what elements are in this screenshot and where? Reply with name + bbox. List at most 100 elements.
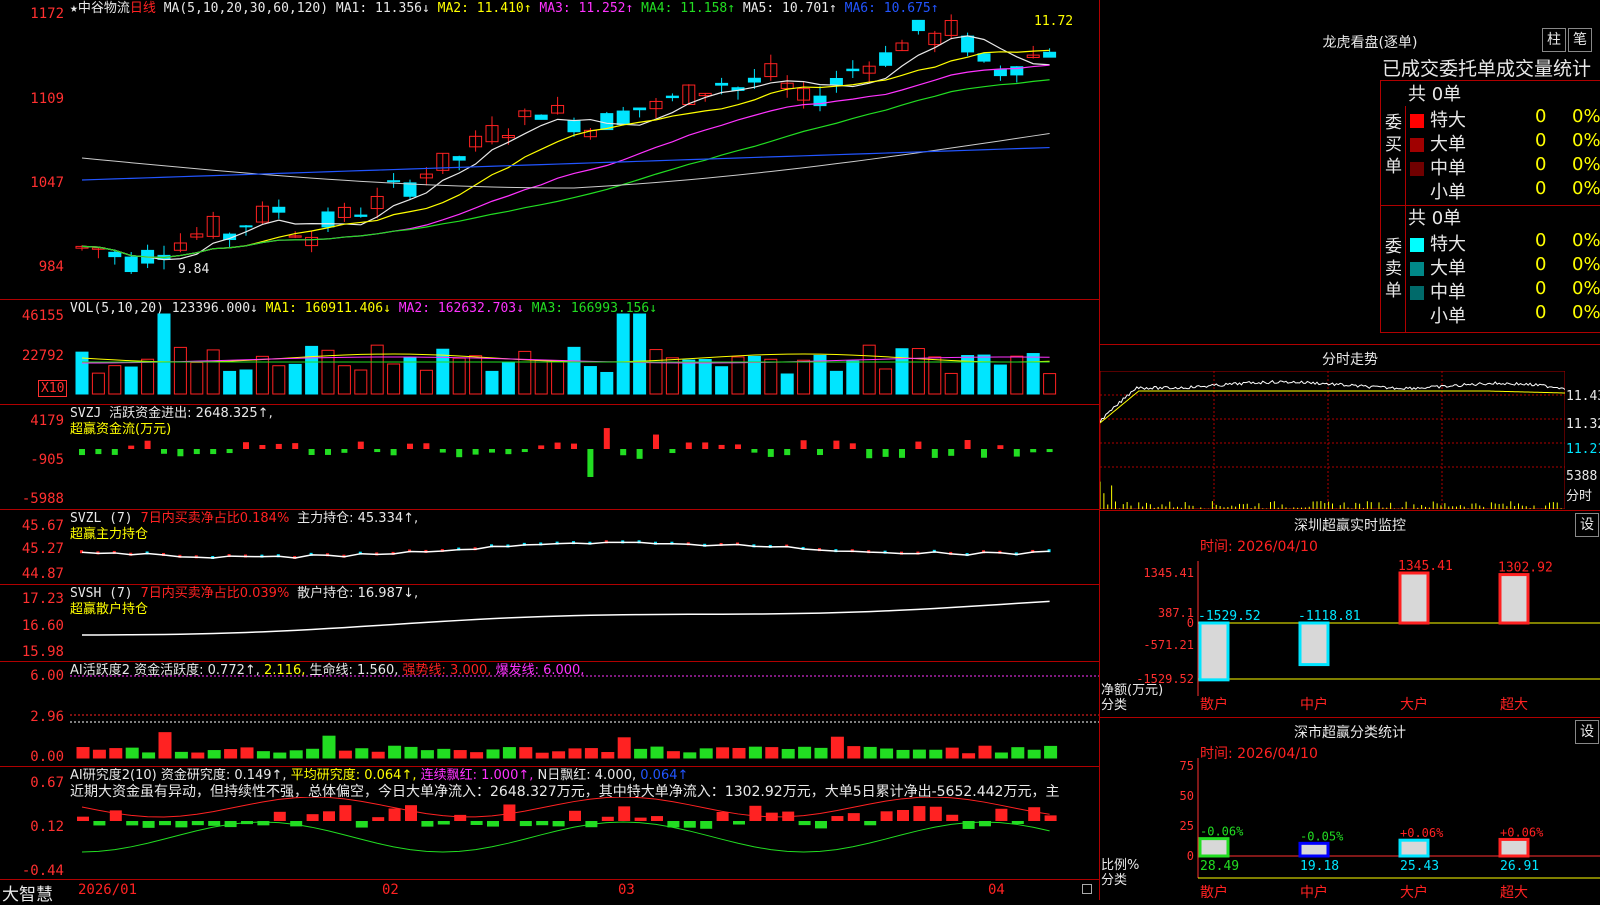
minute-panel[interactable]: 分时走势 11.43 11.32 11.21 5388 分时 [1100,344,1600,510]
flow-bar [685,442,692,449]
category-bar [1298,621,1330,667]
volume-bar [534,360,548,395]
category-label: 超大 [1500,697,1528,713]
y-label: 分时 [1566,489,1593,504]
research-bar [109,810,122,821]
sz-monitor-panel[interactable]: 深圳超赢实时监控 设 时间: 2026/04/10 1345.41 387.1 0-… [1100,510,1600,717]
research-bar [142,821,155,828]
color-swatch [1410,238,1424,252]
category-label: 大户 [1400,884,1428,901]
lock-icon[interactable] [1082,884,1092,894]
svzj-panel[interactable]: SVZJ 活跃资金进出: 2648.325↑, 超赢资金流(万元) 4179 -… [0,405,1100,510]
activity-bar [437,748,451,759]
sz-class-panel[interactable]: 深市超赢分类统计 设 时间: 2026/04/10 75 50 25 0 -0.06% 2… [1100,717,1600,901]
flow-bar [456,449,463,458]
flow-bar [931,449,938,458]
activity-bar [666,751,680,759]
flow-bar [899,449,905,458]
research-bar [552,821,565,827]
activity-bar [486,749,500,759]
activity-bar [191,752,205,759]
volume-panel[interactable]: VOL(5,10,20) 123396.000↓ MA1: 160911.406… [0,300,1100,405]
activity-bar [584,748,598,759]
activity-bar [699,748,713,759]
activity-bar [273,752,287,759]
flow-bar [193,449,200,455]
research-bar [519,821,532,827]
research-bar [339,805,352,821]
flow-bar [111,449,118,455]
settings-button[interactable]: 设 [1575,513,1599,537]
volume-bar [977,354,991,395]
row-name: 小单 [1430,182,1466,203]
buy-total: 共 0单 [1408,84,1462,105]
sz-class-chart[interactable]: 75 50 25 0 -0.06% 28.49 散户 -0.05% 19.18 中户 +0.06% 2… [1100,758,1600,901]
activity-bar [929,749,943,759]
y-label: 1172 [30,6,64,22]
volume-chart[interactable] [70,300,1100,404]
sz-monitor-chart[interactable]: 1345.41387.10-571.21-1529.52-1529.52散户-1… [1100,551,1600,717]
svzj-chart[interactable] [70,405,1100,509]
row-value: 0 [1535,130,1547,151]
flow-bar [439,449,446,453]
y-label: 0.67 [30,775,64,791]
flow-bar [948,449,955,456]
longhu-panel[interactable]: 龙虎看盘(逐单) 柱 笔 已成交委托单成交量统计 委买单 共 0单 特大 大单 … [1100,0,1600,343]
y-label: 6.00 [30,668,64,684]
volume-bar [633,313,647,395]
price-line [1100,379,1565,423]
flow-bar [620,449,627,456]
candlestick-chart[interactable] [70,0,1100,299]
ai-research-chart[interactable] [70,797,1100,879]
flow-bar [587,449,594,477]
research-bar [487,821,499,827]
volume-bar [321,349,335,395]
svsh-chart[interactable] [70,585,1100,661]
tick-view-button[interactable]: 笔 [1568,28,1592,52]
row-percent: 0% [1572,254,1600,275]
retail-holding-line [81,600,1050,636]
activity-bar [994,752,1008,759]
volume-bar [764,358,778,395]
volume-bar [993,364,1007,395]
flow-bar [210,449,217,455]
research-bar [700,821,713,829]
flow-bar [784,449,791,456]
activity-bar [355,748,369,759]
ai2-v4: N日飘红: 4.000, [537,768,637,783]
bar-view-button[interactable]: 柱 [1542,28,1566,52]
row-name: 中单 [1430,158,1466,179]
row-percent: 0% [1572,230,1600,251]
kline-panel[interactable]: ★中谷物流日线 MA(5,10,20,30,60,120) MA1: 11.35… [0,0,1100,300]
research-bar [864,821,877,826]
volume-bar [862,344,876,395]
sell-row: 特大 [1410,230,1466,256]
ai-activity-chart[interactable] [70,662,1100,766]
volume-bar [485,370,499,395]
brand-logo: 大智慧 [2,885,53,905]
svzl-chart[interactable] [70,510,1100,584]
candle [387,180,401,183]
volume-bar [944,372,958,395]
ai-activity-panel[interactable]: AI活跃度2 资金活跃度: 0.772↑, 2.116, 生命线: 1.560,… [0,662,1100,767]
minute-chart[interactable] [1100,371,1565,509]
y-label: 11.32 [1566,417,1600,432]
svzl-panel[interactable]: SVZL (7) 7日内买卖净占比0.184% 主力持仓: 45.334↑, 超… [0,510,1100,585]
sz-monitor-title: 深圳超赢实时监控 [1294,518,1406,534]
flow-bar [817,449,823,456]
svsh-panel[interactable]: SVSH (7) 7日内买卖净占比0.039% 散户持仓: 16.987↓, 超… [0,585,1100,662]
volume-bar [600,371,614,395]
row-value: 0 [1535,106,1547,127]
y-label: 50 [1180,789,1194,803]
volume-bar [649,349,663,395]
sz-class-title: 深市超赢分类统计 [1294,725,1406,741]
buy-row: 特大 [1410,106,1466,132]
bar-change-label: -0.06% [1200,825,1244,839]
activity-bar [174,751,188,759]
y-label: 22792 [21,348,64,364]
settings-button[interactable]: 设 [1575,720,1599,744]
ai-research-panel[interactable]: AI研究度2(10) 资金研究度: 0.149↑, 平均研究度: 0.064↑,… [0,767,1100,879]
candle [846,68,860,72]
volume-bar [403,356,417,395]
activity-bar [634,748,648,759]
